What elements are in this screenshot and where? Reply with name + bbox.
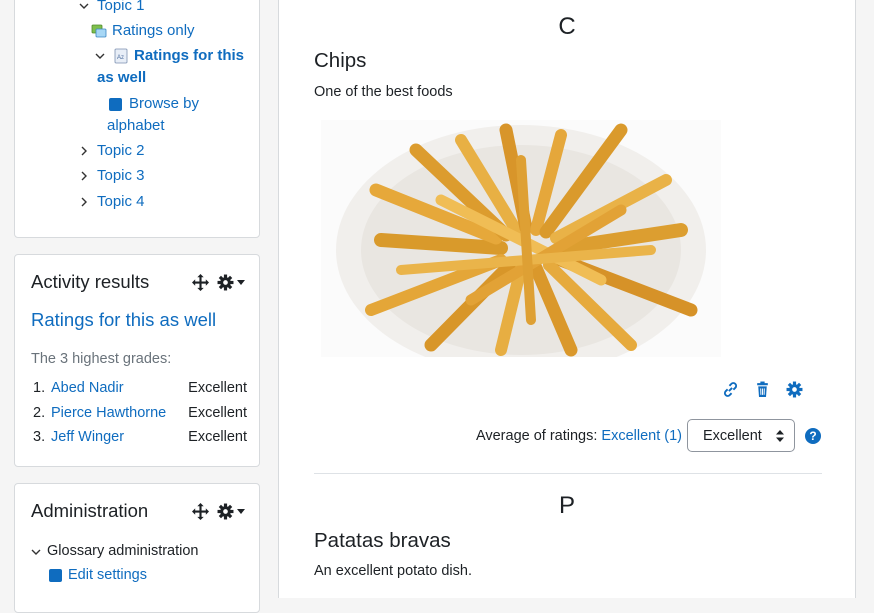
move-icon[interactable] <box>192 274 209 291</box>
letter-heading: C <box>279 13 855 41</box>
rank-grade: Excellent <box>188 405 247 421</box>
glossary-icon: Az <box>113 48 129 64</box>
rank-grade: Excellent <box>188 380 247 396</box>
rating-select[interactable]: Excellent <box>687 419 795 452</box>
actions-menu[interactable] <box>217 274 245 291</box>
svg-text:Az: Az <box>117 55 124 61</box>
block-controls <box>192 503 245 520</box>
tree-item-label[interactable]: Topic 1 <box>97 0 145 17</box>
tree-item-label[interactable]: as well <box>97 67 146 89</box>
average-ratings-link[interactable]: Excellent (1) <box>601 428 682 444</box>
tree-item-topic-2[interactable]: Topic 2 <box>79 140 145 163</box>
tree-item-label[interactable]: Topic 4 <box>97 191 145 213</box>
svg-text:?: ? <box>809 429 816 443</box>
gear-icon[interactable] <box>217 274 234 291</box>
entry-description: One of the best foods <box>314 84 453 100</box>
block-header: Activity results <box>31 268 245 296</box>
tree-item-ratings-for-this-as-well[interactable]: Az Ratings for this <box>95 45 244 68</box>
caret-down-icon[interactable] <box>237 280 245 285</box>
rank-name[interactable]: Jeff Winger <box>51 429 188 445</box>
rank-row: 1. Abed Nadir Excellent <box>33 380 247 396</box>
tree-item-topic-3[interactable]: Topic 3 <box>79 165 145 188</box>
chevron-right-icon[interactable] <box>79 165 91 188</box>
trash-icon[interactable] <box>754 381 771 398</box>
block-title: Activity results <box>31 271 149 293</box>
rank-number: 3. <box>33 429 51 445</box>
tree-item-browse-by-alphabet[interactable]: Browse by <box>109 93 199 115</box>
activity-link[interactable]: Ratings for this as well <box>31 309 216 331</box>
tree-item-ratings-only[interactable]: Ratings only <box>91 20 195 42</box>
tree-item-label-continued[interactable]: as well <box>97 67 146 89</box>
tree-item-topic-1[interactable]: Topic 1 <box>79 0 145 18</box>
rank-number: 1. <box>33 380 51 396</box>
activity-results-block: Activity results Ratings for this as wel… <box>14 254 260 467</box>
gear-icon[interactable] <box>786 381 803 398</box>
block-title: Administration <box>31 500 148 522</box>
move-icon[interactable] <box>192 503 209 520</box>
chevron-right-icon[interactable] <box>79 191 91 214</box>
average-ratings-label: Average of ratings: <box>476 428 597 444</box>
letter-heading: P <box>279 492 855 520</box>
tree-item-label-continued[interactable]: alphabet <box>107 115 165 137</box>
chevron-down-icon[interactable] <box>31 541 43 560</box>
rank-row: 3. Jeff Winger Excellent <box>33 429 247 445</box>
chevron-down-icon[interactable] <box>95 45 107 68</box>
highest-grades-label: The 3 highest grades: <box>31 351 171 367</box>
navigation-node-icon <box>109 98 122 111</box>
tree-item-label[interactable]: alphabet <box>107 115 165 137</box>
glossary-administration-node[interactable]: Glossary administration <box>31 541 199 560</box>
glossary-main-content: C Chips One of the best foods <box>278 0 856 598</box>
navigation-block: Topic 1 Ratings only Az Ratings for this… <box>14 0 260 238</box>
rating-row: Average of ratings: Excellent (1) Excell… <box>476 419 821 452</box>
gear-icon[interactable] <box>217 503 234 520</box>
fries-illustration <box>321 120 721 357</box>
entry-description: An excellent potato dish. <box>314 563 472 579</box>
tree-item-label[interactable]: Topic 2 <box>97 140 145 162</box>
edit-settings-label[interactable]: Edit settings <box>68 567 147 583</box>
tree-item-label[interactable]: Ratings only <box>112 20 195 42</box>
rank-name[interactable]: Abed Nadir <box>51 380 188 396</box>
french-fries-image <box>321 120 721 357</box>
glossary-administration-label[interactable]: Glossary administration <box>47 543 199 559</box>
tree-item-label[interactable]: Ratings for this <box>134 45 244 67</box>
rank-row: 2. Pierce Hawthorne Excellent <box>33 405 247 421</box>
select-arrows-icon <box>776 430 784 442</box>
actions-menu[interactable] <box>217 503 245 520</box>
block-header: Administration <box>31 497 245 525</box>
tree-item-topic-4[interactable]: Topic 4 <box>79 191 145 214</box>
navigation-node-icon <box>49 569 62 582</box>
forum-icon <box>91 23 107 39</box>
rank-name[interactable]: Pierce Hawthorne <box>51 405 188 421</box>
entry-title: Chips <box>314 49 366 73</box>
chevron-right-icon[interactable] <box>79 140 91 163</box>
rank-number: 2. <box>33 405 51 421</box>
block-controls <box>192 274 245 291</box>
administration-block: Administration Glossary admin <box>14 483 260 613</box>
tree-item-label[interactable]: Browse by <box>129 93 199 115</box>
tree-item-label[interactable]: Topic 3 <box>97 165 145 187</box>
link-icon[interactable] <box>722 381 739 398</box>
caret-down-icon[interactable] <box>237 509 245 514</box>
entry-actions <box>722 381 803 398</box>
edit-settings-link[interactable]: Edit settings <box>49 567 147 583</box>
rating-select-value: Excellent <box>703 428 762 444</box>
rank-grade: Excellent <box>188 429 247 445</box>
entry-divider <box>314 473 822 474</box>
help-icon[interactable]: ? <box>805 428 821 444</box>
chevron-down-icon[interactable] <box>79 0 91 18</box>
entry-title: Patatas bravas <box>314 529 451 553</box>
